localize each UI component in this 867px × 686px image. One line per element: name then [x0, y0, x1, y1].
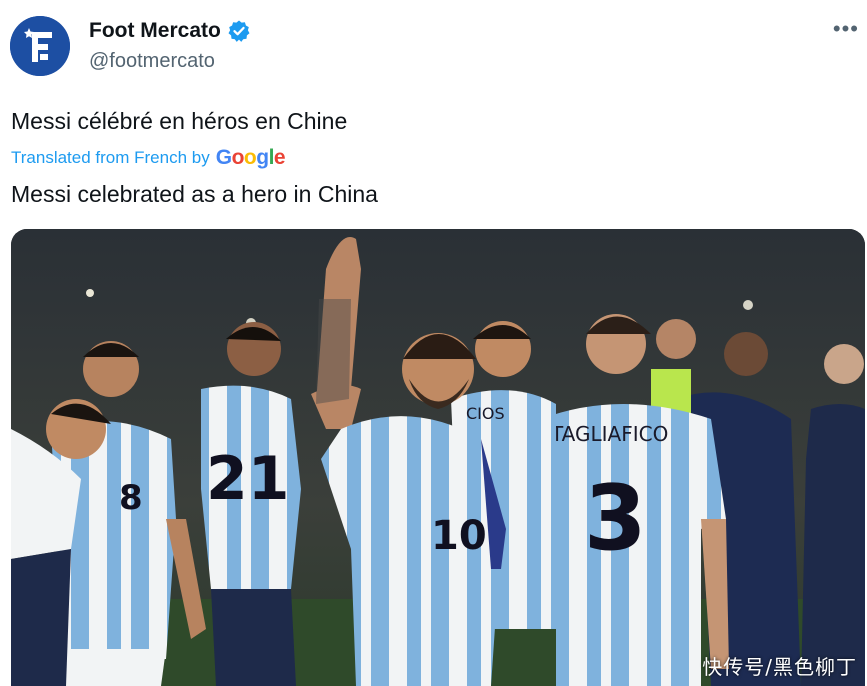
tweet-original-text: Messi célébré en héros en Chine [11, 108, 348, 134]
foot-mercato-logo-icon [10, 16, 70, 76]
tweet-translated-text: Messi celebrated as a hero in China [11, 181, 378, 207]
avatar[interactable] [10, 16, 70, 76]
translated-by-label: Translated from French by [11, 148, 210, 167]
google-logo-icon: Google [215, 146, 286, 169]
jersey-number-21: 21 [206, 444, 290, 514]
verified-badge-icon [228, 20, 250, 42]
watermark-text: 快传号/黑色柳丁 [702, 655, 857, 679]
jersey-number-8: 8 [119, 478, 143, 518]
tweet-photo[interactable]: TAGLIAFICO 3 CIOS 10 21 8 快传号/黑色柳丁 [11, 229, 865, 686]
jersey-name-tagliafico: TAGLIAFICO [550, 422, 668, 446]
tweet-card: Foot Mercato @footmercato ••• Messi célé… [0, 0, 867, 686]
display-name-row: Foot Mercato [89, 18, 251, 44]
author-names: Foot Mercato @footmercato [89, 18, 251, 74]
jersey-name-partial: CIOS [466, 404, 505, 423]
translation-attribution[interactable]: Translated from French by Google [11, 145, 286, 171]
argentina-celebration-photo: TAGLIAFICO 3 CIOS 10 21 8 [11, 229, 865, 686]
more-options-icon[interactable]: ••• [833, 18, 859, 40]
jersey-number-10: 10 [431, 513, 487, 559]
tweet-header: Foot Mercato @footmercato [10, 16, 251, 76]
jersey-number-3: 3 [584, 466, 647, 571]
author-handle[interactable]: @footmercato [89, 48, 251, 74]
author-display-name[interactable]: Foot Mercato [89, 18, 221, 44]
